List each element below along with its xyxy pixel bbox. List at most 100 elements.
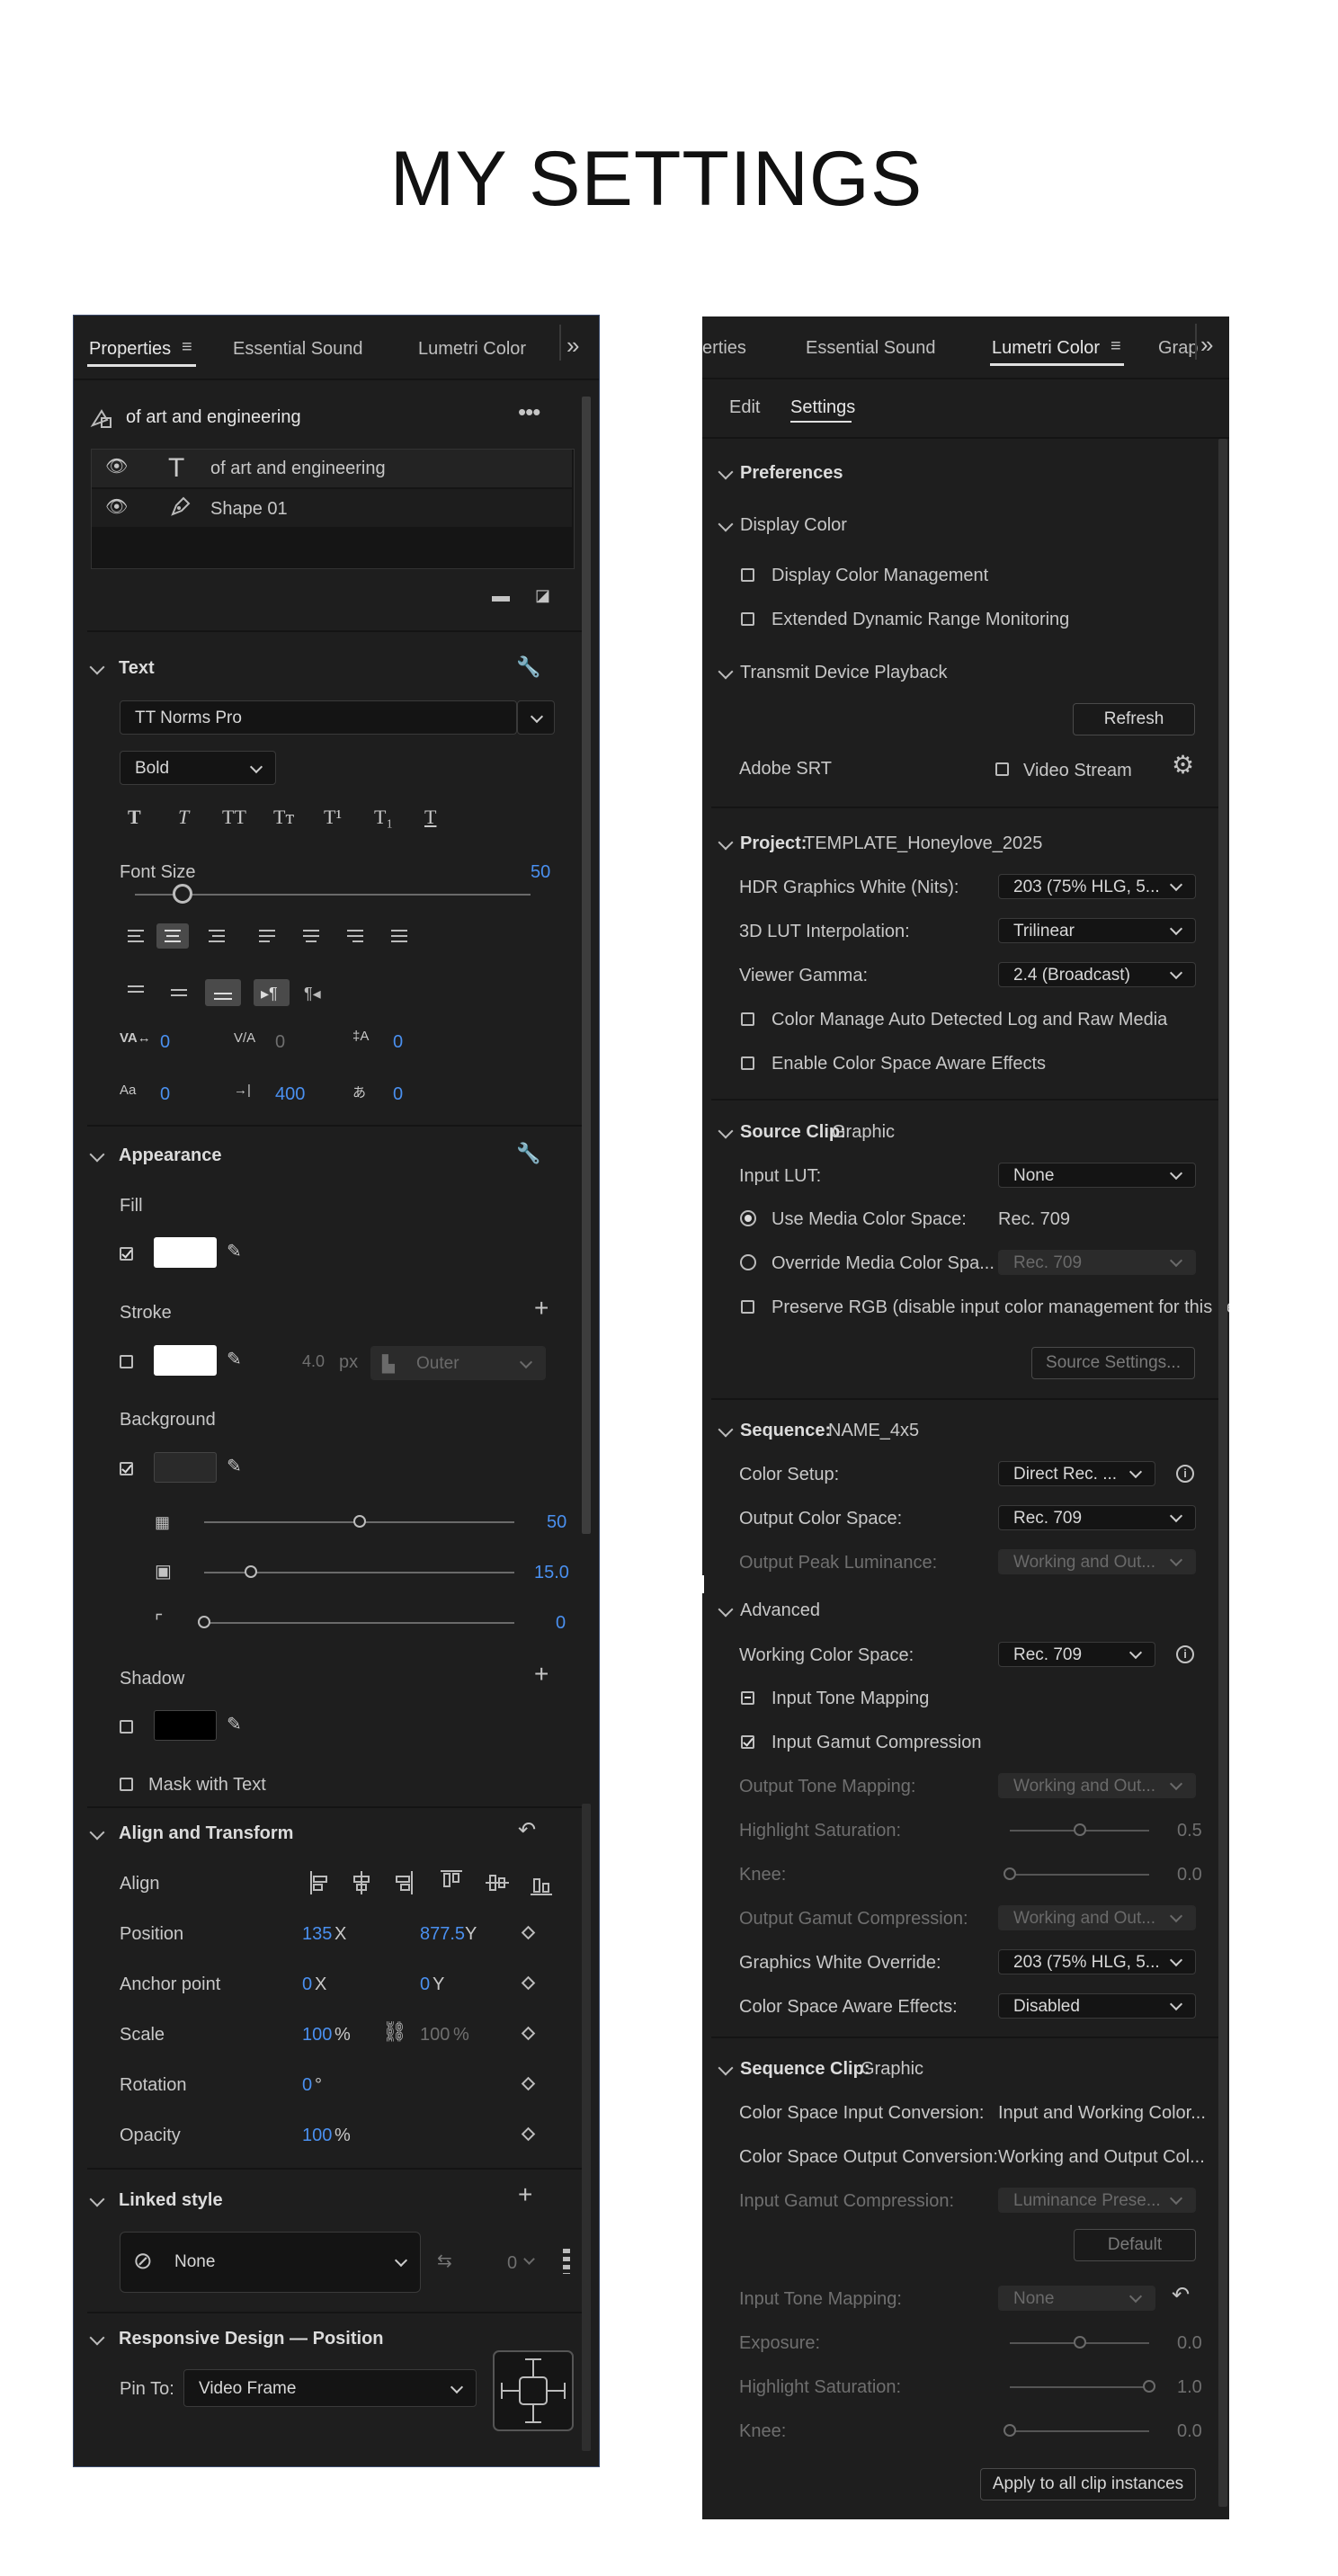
opacity-value[interactable]: 100 (302, 2126, 332, 2146)
sync-style-icon[interactable]: ⇆ (437, 2251, 452, 2271)
collapse-chevron-icon[interactable] (718, 464, 734, 480)
subtab-settings[interactable]: Settings (790, 397, 855, 418)
font-size-value[interactable]: 50 (531, 862, 550, 883)
more-options-icon[interactable]: ••• (518, 400, 540, 423)
tab-properties[interactable]: erties (702, 338, 746, 359)
collapse-chevron-icon[interactable] (89, 1824, 105, 1841)
link-chain-icon[interactable]: ⛓ (382, 2022, 407, 2042)
color-setup-dropdown[interactable]: Direct Rec. ... (998, 1461, 1155, 1486)
collapse-chevron-icon[interactable] (89, 2330, 105, 2346)
wrench-icon[interactable]: 🔧 (516, 1144, 540, 1163)
bg-opacity-value[interactable]: 50 (547, 1512, 566, 1533)
eyedropper-icon[interactable]: ✎ (227, 1350, 242, 1369)
bg-size-knob[interactable] (244, 1565, 257, 1578)
use-media-cs-radio[interactable] (740, 1210, 756, 1226)
eyedropper-icon[interactable]: ✎ (227, 1715, 242, 1734)
superscript-button[interactable]: T¹ (324, 806, 342, 829)
color-manage-auto-checkbox[interactable] (741, 1012, 754, 1026)
mask-with-text-checkbox[interactable] (120, 1778, 133, 1791)
tab-width-value[interactable]: 400 (275, 1084, 305, 1105)
tab-properties[interactable]: Properties (89, 339, 171, 360)
collapse-chevron-icon[interactable] (718, 1123, 734, 1139)
linked-style-dropdown[interactable]: ⊘ None (120, 2232, 421, 2293)
refresh-button[interactable]: Refresh (1073, 703, 1195, 735)
highlight-sat-knob[interactable] (1073, 1823, 1086, 1836)
rotation-value[interactable]: 0 (302, 2075, 312, 2096)
stroke-width-value[interactable]: 4.0 (302, 1352, 325, 1371)
gear-icon[interactable]: ⚙ (1172, 753, 1194, 778)
collapse-chevron-icon[interactable] (718, 516, 734, 532)
output-peak-dropdown[interactable]: Working and Out... (998, 1549, 1196, 1574)
add-shadow-icon[interactable]: + (534, 1662, 549, 1687)
font-family-toggle[interactable] (517, 700, 555, 735)
tab-overflow-icon[interactable]: » (566, 334, 579, 357)
input-gamut-compression-checkbox[interactable] (741, 1735, 754, 1749)
visibility-eye-icon[interactable]: 👁 (105, 457, 128, 477)
exposure-value[interactable]: 0.0 (1177, 2333, 1202, 2354)
new-layer-icon[interactable]: ◪ (535, 585, 550, 605)
keyframe-diamond-icon[interactable] (521, 1925, 536, 1940)
panel-menu-icon[interactable]: ≡ (1111, 336, 1121, 356)
baseline-shift-value[interactable]: 0 (393, 1032, 403, 1053)
bg-corner-slider[interactable] (204, 1622, 514, 1624)
collapse-chevron-icon[interactable] (89, 1146, 105, 1163)
input-gamut-dropdown[interactable]: Luminance Prese... (998, 2188, 1196, 2213)
collapse-chevron-icon[interactable] (718, 834, 734, 851)
video-stream-checkbox[interactable] (995, 762, 1009, 776)
tab-essential-sound[interactable]: Essential Sound (806, 338, 936, 359)
shadow-checkbox[interactable] (120, 1720, 133, 1734)
wrench-icon[interactable]: 🔧 (516, 657, 540, 677)
add-stroke-icon[interactable]: + (534, 1296, 549, 1321)
position-y-value[interactable]: 877.5 (420, 1924, 465, 1945)
layer-name[interactable]: of art and engineering (210, 459, 386, 479)
tab-overflow-icon[interactable]: » (1200, 333, 1213, 356)
position-x-value[interactable]: 135 (302, 1924, 332, 1945)
collapse-chevron-icon[interactable] (89, 2191, 105, 2207)
fill-checkbox[interactable] (120, 1247, 133, 1261)
viewer-gamma-dropdown[interactable]: 2.4 (Broadcast) (998, 962, 1196, 987)
default-button[interactable]: Default (1074, 2229, 1196, 2261)
info-icon[interactable]: i (1176, 1645, 1194, 1663)
add-linked-style-icon[interactable]: + (518, 2182, 532, 2207)
keyframe-diamond-icon[interactable] (521, 2126, 536, 2142)
keyframe-diamond-icon[interactable] (521, 2076, 536, 2091)
font-style-dropdown[interactable]: Bold (120, 751, 276, 785)
pin-anchor-diagram-icon[interactable] (493, 2350, 574, 2431)
leading-value[interactable]: 0 (393, 1084, 403, 1105)
collapse-chevron-icon[interactable] (718, 1601, 734, 1618)
knee-value[interactable]: 0.0 (1177, 1865, 1202, 1885)
override-media-cs-dropdown[interactable]: Rec. 709 (998, 1250, 1196, 1275)
stroke-type-dropdown[interactable]: ▙ Outer (370, 1346, 546, 1380)
panel-scrollbar[interactable] (1218, 439, 1227, 2507)
collapse-chevron-icon[interactable] (718, 664, 734, 680)
scale-value[interactable]: 100 (302, 2025, 332, 2046)
linked-count-chevron-icon[interactable] (523, 2253, 535, 2265)
apply-all-clips-button[interactable]: Apply to all clip instances (980, 2468, 1196, 2500)
layer-row[interactable] (92, 489, 572, 527)
edr-monitoring-checkbox[interactable] (741, 612, 754, 626)
bg-size-value[interactable]: 15.0 (534, 1563, 569, 1583)
display-color-mgmt-checkbox[interactable] (741, 568, 754, 582)
anchor-y-value[interactable]: 0 (420, 1974, 430, 1995)
keyframe-diamond-icon[interactable] (521, 2026, 536, 2041)
kerning-value[interactable]: 0 (275, 1032, 285, 1053)
font-size-slider[interactable] (135, 894, 531, 896)
anchor-x-value[interactable]: 0 (302, 1974, 312, 1995)
background-color-swatch[interactable] (154, 1452, 217, 1483)
align-buttons-group[interactable] (306, 1867, 575, 1898)
output-cs-dropdown[interactable]: Rec. 709 (998, 1505, 1196, 1530)
bold-style-button[interactable]: T (128, 806, 141, 829)
eyedropper-icon[interactable]: ✎ (227, 1457, 242, 1476)
exposure-knob[interactable] (1073, 2336, 1086, 2349)
font-family-dropdown[interactable]: TT Norms Pro (120, 700, 517, 735)
all-caps-button[interactable]: TT (222, 806, 246, 829)
working-cs-dropdown[interactable]: Rec. 709 (998, 1642, 1155, 1667)
font-size-slider-knob[interactable] (172, 884, 192, 904)
shadow-color-swatch[interactable] (154, 1710, 217, 1741)
input-tone-dropdown[interactable]: None (998, 2286, 1155, 2311)
override-media-cs-radio[interactable] (740, 1254, 756, 1270)
pin-to-dropdown[interactable]: Video Frame (183, 2369, 477, 2407)
bg-corner-value[interactable]: 0 (556, 1613, 566, 1634)
output-gamut-dropdown[interactable]: Working and Out... (998, 1905, 1196, 1930)
knee-knob[interactable] (1004, 1867, 1016, 1880)
